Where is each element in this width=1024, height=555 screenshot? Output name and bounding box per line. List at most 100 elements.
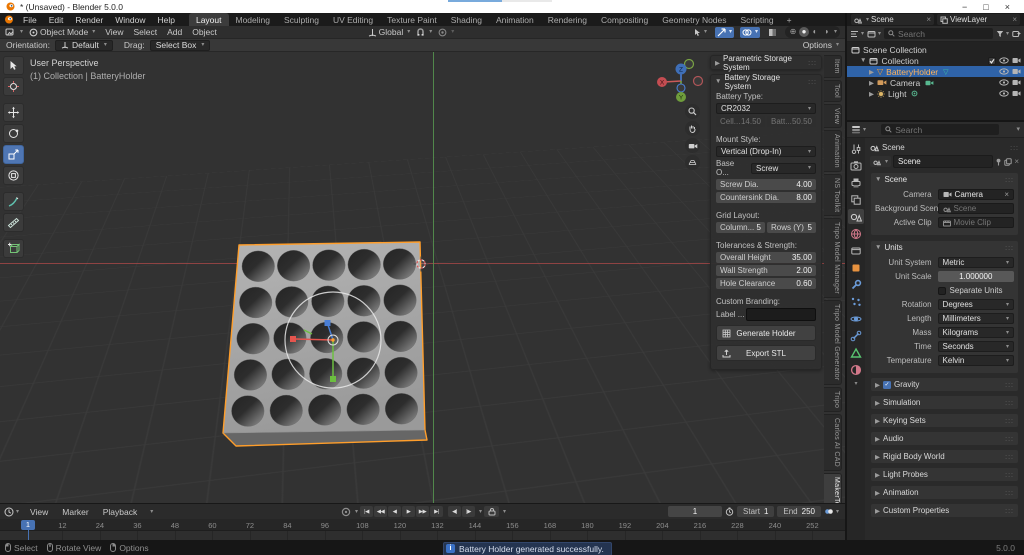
panel-grip-icon[interactable] bbox=[1005, 175, 1014, 184]
timeline-menu-playback[interactable]: Playback bbox=[97, 507, 144, 517]
field-unit-system[interactable]: Metric ▾ bbox=[937, 257, 1014, 268]
field-camera[interactable]: Camera × bbox=[937, 189, 1014, 200]
navigation-gizmo[interactable]: Z X Y bbox=[645, 55, 707, 105]
rows-slider[interactable]: Rows (Y) 5 bbox=[767, 222, 816, 233]
panel-keying-sets[interactable]: ▶ Keying Sets bbox=[870, 413, 1019, 428]
zoom-button[interactable] bbox=[685, 104, 700, 119]
properties-tab-collection[interactable] bbox=[848, 243, 864, 258]
field-rotation[interactable]: Degrees ▾ bbox=[937, 299, 1014, 310]
timeline-editor-button[interactable]: ▾ bbox=[4, 507, 19, 517]
properties-tabs-overflow[interactable]: ▾ bbox=[854, 380, 857, 387]
field-length[interactable]: Millimeters ▾ bbox=[937, 313, 1014, 324]
keying-set-button[interactable]: ▾ bbox=[824, 507, 839, 516]
workspace-tab-sculpting[interactable]: Sculpting bbox=[277, 13, 326, 26]
mount-style-dropdown[interactable]: Vertical (Drop-In) ▾ bbox=[716, 146, 816, 157]
viewport-3d[interactable]: User Perspective (1) Collection | Batter… bbox=[0, 52, 845, 503]
eye-icon[interactable] bbox=[999, 68, 1009, 75]
panel-grip-icon[interactable] bbox=[1005, 506, 1014, 515]
panel-grip-icon[interactable] bbox=[1005, 470, 1014, 479]
outliner-item-batteryholder[interactable]: ▶ ▽ BatteryHolder ▽ bbox=[847, 66, 1024, 77]
panel-scene-header[interactable]: ▼ Scene bbox=[871, 173, 1018, 186]
shading-wireframe-button[interactable]: ⊕ bbox=[788, 27, 798, 37]
workspace-tab-geometry-nodes[interactable]: Geometry Nodes bbox=[655, 13, 733, 26]
workspace-tab-layout[interactable]: Layout bbox=[188, 13, 229, 26]
panel-light-probes[interactable]: ▶ Light Probes bbox=[870, 467, 1019, 482]
scale-x-handle[interactable] bbox=[290, 336, 296, 342]
shading-rendered-button[interactable]: ◑ bbox=[821, 27, 831, 37]
viewport-menu-select[interactable]: Select bbox=[130, 27, 162, 37]
step-back-button[interactable]: ◀| bbox=[448, 506, 462, 517]
eye-icon[interactable] bbox=[999, 57, 1009, 64]
tool-annotate-button[interactable] bbox=[3, 192, 24, 211]
eye-icon[interactable] bbox=[999, 79, 1009, 86]
play-button[interactable]: ▶ bbox=[402, 506, 416, 517]
generate-holder-button[interactable]: Generate Holder bbox=[716, 325, 816, 341]
field-background-scene[interactable]: Scene bbox=[937, 203, 1014, 214]
panel-grip-icon[interactable] bbox=[1005, 416, 1014, 425]
workspace-tab-animation[interactable]: Animation bbox=[489, 13, 541, 26]
tool-select-box-button[interactable] bbox=[3, 56, 24, 75]
properties-tab-render[interactable] bbox=[848, 158, 864, 173]
properties-tab-data[interactable] bbox=[848, 345, 864, 360]
timeline-menu-view[interactable]: View bbox=[24, 507, 54, 517]
menu-render[interactable]: Render bbox=[69, 15, 109, 25]
panel-custom-properties[interactable]: ▶ Custom Properties bbox=[870, 503, 1019, 518]
maximize-button[interactable]: □ bbox=[983, 2, 988, 12]
checkbox-icon[interactable] bbox=[988, 56, 996, 65]
sidebar-tab-tripo-model-manager[interactable]: Tripo Model Manager bbox=[824, 218, 842, 299]
panel-simulation[interactable]: ▶ Simulation bbox=[870, 395, 1019, 410]
tool-rotate-button[interactable] bbox=[3, 124, 24, 143]
battery-type-dropdown[interactable]: CR2032 ▾ bbox=[716, 103, 816, 114]
proportional-editing-toggle[interactable]: ▾ bbox=[438, 28, 454, 37]
overall-height-slider[interactable]: Overall Height 35.00 bbox=[716, 252, 816, 263]
jump-to-start-button[interactable]: |◀ bbox=[360, 506, 374, 517]
properties-tab-physics[interactable] bbox=[848, 311, 864, 326]
panel-battery-storage-header[interactable]: ▼ Battery Storage System bbox=[711, 73, 821, 91]
orientation-dropdown[interactable]: Default ▾ bbox=[54, 39, 113, 51]
outliner-search-input[interactable]: Search bbox=[884, 28, 993, 39]
camera-toggle-icon[interactable] bbox=[1012, 68, 1021, 75]
workspace-tab-scripting[interactable]: Scripting bbox=[734, 13, 781, 26]
properties-tab-scene[interactable] bbox=[848, 209, 864, 224]
outliner-item-scene-collection[interactable]: Scene Collection bbox=[847, 44, 1024, 55]
play-reverse-button[interactable]: ◀ bbox=[388, 506, 402, 517]
properties-tab-output[interactable] bbox=[848, 175, 864, 190]
panel-parametric-storage[interactable]: ▶ Parametric Storage System bbox=[710, 54, 822, 72]
menu-edit[interactable]: Edit bbox=[43, 15, 70, 25]
viewport-menu-view[interactable]: View bbox=[101, 27, 127, 37]
scene-name-field[interactable]: Scene bbox=[893, 155, 994, 168]
playhead[interactable]: 1 bbox=[21, 519, 35, 530]
gravity-checkbox[interactable]: ✓ bbox=[883, 380, 891, 389]
panel-animation[interactable]: ▶ Animation bbox=[870, 485, 1019, 500]
axis-neg-z-ball[interactable] bbox=[676, 83, 686, 93]
outliner-filter-collection-dropdown[interactable]: ▾ bbox=[867, 30, 881, 38]
outliner-display-mode-dropdown[interactable]: ▾ bbox=[850, 30, 864, 38]
scale-z-handle[interactable] bbox=[324, 320, 331, 326]
outliner-item-light[interactable]: ▶ Light bbox=[847, 88, 1024, 99]
frame-end-field[interactable]: End 250 bbox=[777, 506, 821, 517]
properties-tab-modifiers[interactable] bbox=[848, 277, 864, 292]
hole-clearance-slider[interactable]: Hole Clearance 0.60 bbox=[716, 278, 816, 289]
sidebar-tab-carlos-ai-cad[interactable]: Carlos AI CAD bbox=[824, 414, 842, 472]
field-active-clip[interactable]: Movie Clip bbox=[937, 217, 1014, 228]
properties-tab-material[interactable] bbox=[848, 362, 864, 377]
sidebar-tab-makertools[interactable]: MakerTools bbox=[824, 473, 842, 503]
menu-help[interactable]: Help bbox=[151, 15, 180, 25]
pin-icon[interactable] bbox=[1010, 143, 1019, 152]
viewlayer-selector[interactable]: ViewLayer × bbox=[937, 14, 1020, 25]
shading-material-button[interactable]: ◐ bbox=[810, 27, 820, 37]
properties-tab-view-layer[interactable] bbox=[848, 192, 864, 207]
panel-gravity[interactable]: ▶ ✓ Gravity bbox=[870, 377, 1019, 392]
properties-tab-tool[interactable] bbox=[848, 141, 864, 156]
jump-to-end-button[interactable]: ▶| bbox=[430, 506, 444, 517]
overlays-toggle[interactable]: ▾ bbox=[739, 26, 760, 38]
transform-orientation-selector[interactable]: Global ▾ bbox=[368, 27, 410, 37]
unlink-scene-icon[interactable]: × bbox=[926, 15, 931, 24]
field-unit-scale[interactable]: 1.000000 bbox=[937, 271, 1014, 282]
add-workspace-button[interactable]: + bbox=[781, 15, 798, 25]
workspace-tab-compositing[interactable]: Compositing bbox=[594, 13, 655, 26]
workspace-tab-texture-paint[interactable]: Texture Paint bbox=[380, 13, 444, 26]
new-collection-button[interactable] bbox=[1012, 30, 1021, 38]
panel-grip-icon[interactable] bbox=[1005, 380, 1014, 389]
panel-grip-icon[interactable] bbox=[808, 58, 817, 67]
